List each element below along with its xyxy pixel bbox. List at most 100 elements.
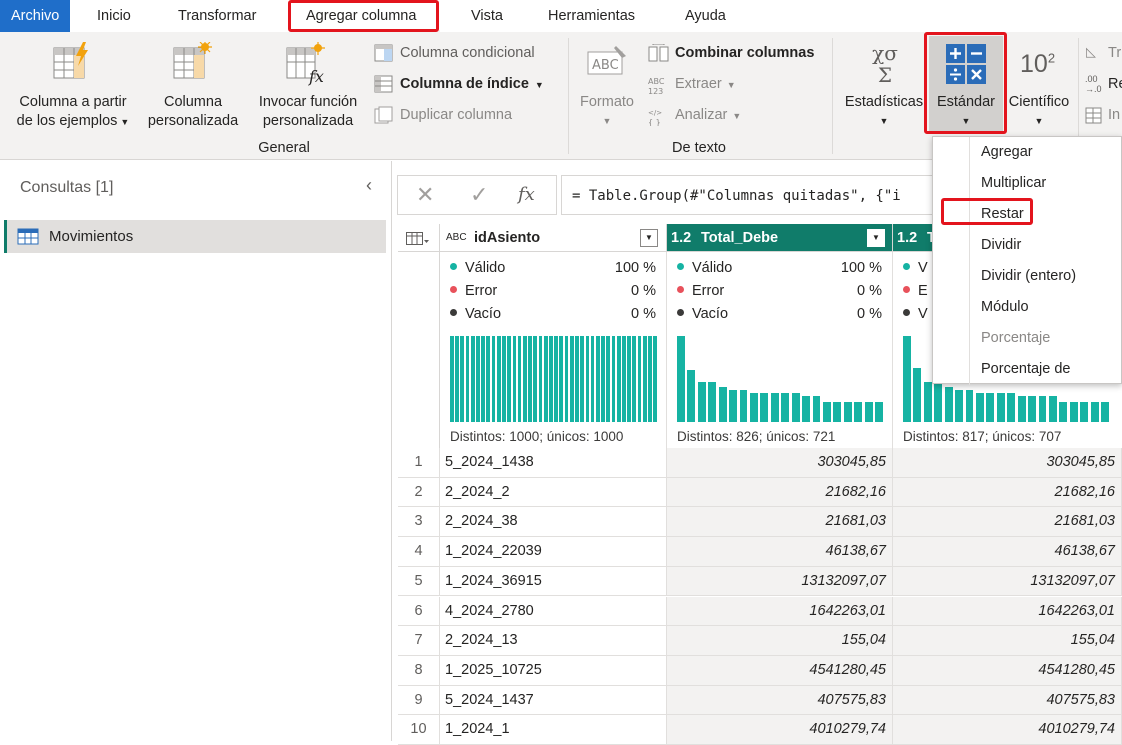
cell-total-debe[interactable]: 21682,16: [667, 477, 893, 508]
histogram-bar: [533, 336, 538, 422]
error-row: Error 0 %: [450, 280, 656, 303]
valid-dot-icon: [903, 263, 910, 270]
histogram-bar: [450, 336, 454, 422]
highlight-standard-button: [924, 32, 1007, 134]
histogram-bar: [502, 336, 506, 422]
histogram-bar: [627, 336, 631, 422]
statistics-icon: χσ Σ: [872, 41, 898, 87]
cell-total-haber[interactable]: 407575,83: [893, 685, 1122, 716]
column-filter-dropdown-icon[interactable]: ▼: [867, 229, 885, 247]
histogram-bar: [632, 336, 637, 422]
row-number[interactable]: 1: [398, 448, 440, 478]
menu-item-porcentaje[interactable]: Porcentaje: [981, 325, 1050, 351]
cell-total-haber[interactable]: 1642263,01: [893, 596, 1122, 627]
cell-total-debe[interactable]: 155,04: [667, 626, 893, 656]
column-filter-dropdown-icon[interactable]: ▼: [640, 229, 658, 247]
cell-total-debe[interactable]: 46138,67: [667, 537, 893, 567]
confirm-icon[interactable]: ✓: [470, 182, 488, 208]
histogram-bar: [517, 336, 522, 422]
row-number[interactable]: 7: [398, 626, 440, 656]
cell-idasiento[interactable]: 2_2024_2: [440, 477, 667, 508]
histogram-bar: [559, 336, 564, 422]
cell-total-debe[interactable]: 303045,85: [667, 448, 893, 478]
cell-total-haber[interactable]: 4541280,45: [893, 655, 1122, 686]
cell-total-haber[interactable]: 13132097,07: [893, 566, 1122, 597]
column-from-examples-label-2: de los ejemplos ▼: [10, 112, 136, 132]
menu-item-agregar[interactable]: Agregar: [981, 139, 1033, 165]
fx-icon[interactable]: fx: [518, 184, 535, 205]
index-column-icon: [374, 75, 393, 93]
histogram-bar: [708, 381, 717, 422]
scientific-label: Científico: [1008, 94, 1070, 110]
table-menu-icon: [406, 232, 429, 245]
histogram-bar: [455, 336, 459, 422]
tab-ayuda[interactable]: Ayuda: [685, 0, 726, 32]
cell-idasiento[interactable]: 2_2024_13: [440, 626, 667, 656]
distribution-histogram: [677, 336, 883, 422]
cell-total-haber[interactable]: 21681,03: [893, 507, 1122, 538]
row-number[interactable]: 9: [398, 685, 440, 716]
rounding-glyph-bottom: →.0: [1085, 84, 1102, 94]
format-label: Formato: [580, 94, 634, 110]
grid-corner-menu[interactable]: [398, 224, 440, 252]
error-label: Error: [692, 283, 725, 299]
cell-total-haber[interactable]: 303045,85: [893, 448, 1122, 478]
cell-total-haber[interactable]: 46138,67: [893, 537, 1122, 567]
cell-total-debe[interactable]: 21681,03: [667, 507, 893, 538]
cell-idasiento[interactable]: 1_2025_10725: [440, 655, 667, 686]
menu-item-dividir[interactable]: Dividir: [981, 232, 1021, 258]
menu-item-porcentaje-de[interactable]: Porcentaje de: [981, 356, 1070, 382]
column-header-total-debe[interactable]: 1.2 Total_Debe ▼: [667, 224, 893, 252]
column-header-idasiento[interactable]: ABC idAsiento ▼: [440, 224, 667, 252]
empty-label: V: [918, 306, 928, 322]
row-number[interactable]: 5: [398, 566, 440, 597]
empty-dot-icon: [450, 309, 457, 316]
empty-row: Vacío 0 %: [677, 303, 882, 326]
distinct-summary: Distintos: 817; únicos: 707: [903, 429, 1062, 444]
valid-dot-icon: [450, 263, 457, 270]
query-item-movimientos[interactable]: Movimientos: [4, 220, 386, 253]
histogram-bar: [595, 336, 600, 422]
rounding-glyph-top: .00: [1085, 74, 1098, 84]
row-number[interactable]: 8: [398, 655, 440, 686]
cell-total-debe[interactable]: 13132097,07: [667, 566, 893, 597]
empty-label: Vacío: [692, 306, 729, 322]
histogram-bar: [1007, 392, 1016, 422]
table-icon: [17, 228, 39, 245]
queries-pane: Consultas [1] ‹ Movimientos: [0, 161, 392, 741]
cell-total-debe[interactable]: 407575,83: [667, 685, 893, 716]
row-number[interactable]: 2: [398, 477, 440, 508]
row-number[interactable]: 4: [398, 537, 440, 567]
histogram-bar: [554, 336, 558, 422]
tab-archivo[interactable]: Archivo: [0, 0, 71, 32]
cell-idasiento[interactable]: 1_2024_36915: [440, 566, 667, 597]
cell-idasiento[interactable]: 1_2024_22039: [440, 537, 667, 567]
cancel-icon[interactable]: ✕: [416, 182, 434, 208]
cell-idasiento[interactable]: 2_2024_38: [440, 507, 667, 538]
invoke-function-icon: fx: [286, 42, 325, 86]
histogram-bar: [770, 392, 779, 422]
cell-idasiento[interactable]: 4_2024_2780: [440, 596, 667, 627]
tab-inicio[interactable]: Inicio: [97, 0, 131, 32]
tab-transformar[interactable]: Transformar: [178, 0, 256, 32]
chevron-down-icon: ▼: [602, 116, 612, 126]
svg-text:ABC: ABC: [592, 58, 619, 73]
menu-item-modulo[interactable]: Módulo: [981, 294, 1029, 320]
histogram-bar: [648, 336, 652, 422]
histogram-bar: [465, 336, 470, 422]
row-number[interactable]: 3: [398, 507, 440, 538]
tab-herramientas[interactable]: Herramientas: [548, 0, 635, 32]
cell-idasiento[interactable]: 5_2024_1438: [440, 448, 667, 478]
column-from-examples-icon: [53, 42, 88, 79]
tab-vista[interactable]: Vista: [471, 0, 503, 32]
row-number[interactable]: 6: [398, 596, 440, 627]
cell-total-haber[interactable]: 21682,16: [893, 477, 1122, 508]
cell-total-debe[interactable]: 4541280,45: [667, 655, 893, 686]
collapse-pane-chevron-icon[interactable]: ‹: [366, 175, 372, 196]
menu-item-multiplicar[interactable]: Multiplicar: [981, 170, 1046, 196]
index-column-label: Columna de índice ▼: [400, 74, 544, 95]
cell-total-debe[interactable]: 1642263,01: [667, 596, 893, 627]
cell-total-haber[interactable]: 155,04: [893, 626, 1122, 656]
menu-item-dividir-entero[interactable]: Dividir (entero): [981, 263, 1076, 289]
cell-idasiento[interactable]: 5_2024_1437: [440, 685, 667, 716]
